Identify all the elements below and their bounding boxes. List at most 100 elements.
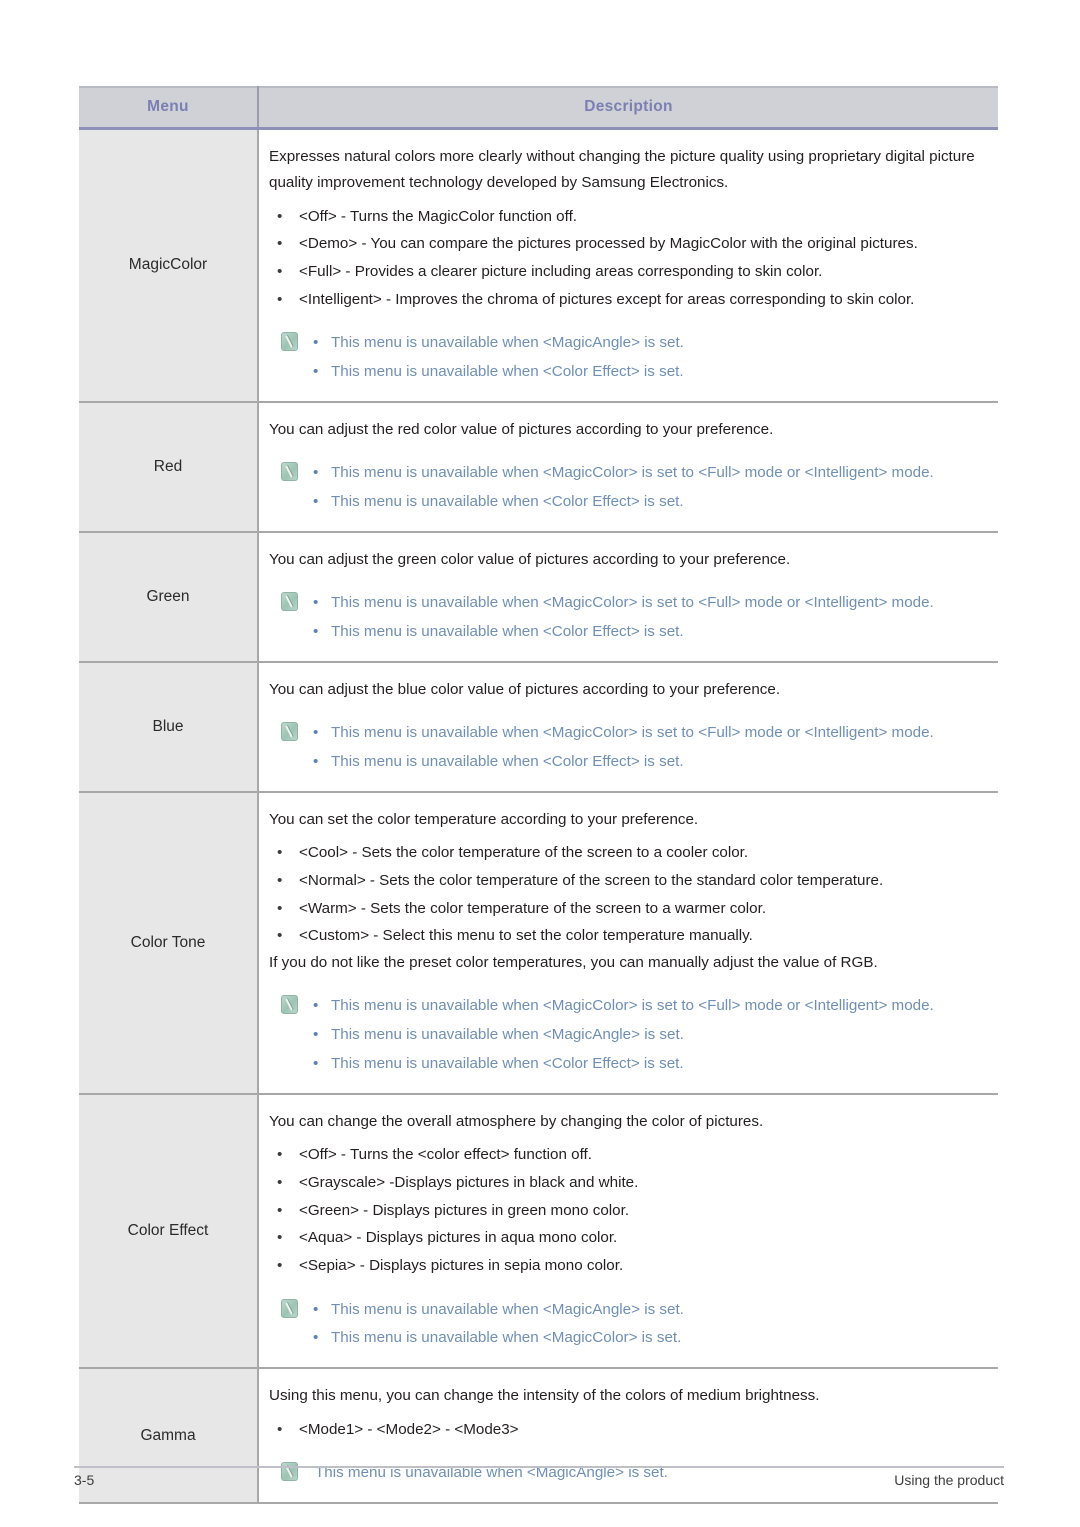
note-text: This menu is unavailable when <MagicColo…	[331, 997, 934, 1015]
note-bullet-icon: •	[313, 1329, 319, 1347]
description-intro: You can change the overall atmosphere by…	[269, 1112, 764, 1130]
note-item: • This menu is unavailable when <MagicAng…	[269, 329, 984, 358]
note-block: • This menu is unavailable when <MagicCol…	[269, 589, 984, 647]
menu-name-cell: Green	[79, 532, 259, 664]
option-label: <Custom> - Select this menu to set the c…	[299, 927, 753, 945]
note-text: This menu is unavailable when <Color Eff…	[331, 493, 684, 511]
note-bullet-icon: •	[313, 334, 319, 352]
note-item: • This menu is unavailable when <MagicCol…	[269, 589, 984, 618]
page-footer: 3-5 Using the product	[74, 1472, 1004, 1488]
option-label: <Sepia> - Displays pictures in sepia mon…	[299, 1256, 624, 1274]
note-block: • This menu is unavailable when <MagicCol…	[269, 459, 984, 517]
menu-name-cell: MagicColor	[79, 128, 259, 403]
description-cell: You can adjust the green color value of …	[258, 532, 998, 664]
option-item: • <Sepia> - Displays pictures in sepia mo…	[269, 1252, 984, 1280]
option-label: <Full> - Provides a clearer picture incl…	[299, 262, 823, 280]
bullet-icon: •	[277, 1229, 283, 1247]
table-row: Blue You can adjust the blue color value …	[79, 662, 998, 794]
bullet-icon: •	[277, 207, 283, 225]
note-item: • This menu is unavailable when <MagicCol…	[269, 992, 984, 1021]
bullet-icon: •	[277, 235, 283, 253]
note-item: • This menu is unavailable when <MagicAng…	[269, 1296, 984, 1325]
note-item: • This menu is unavailable when <Color Ef…	[269, 488, 984, 517]
option-label: <Off> - Turns the MagicColor function of…	[299, 207, 578, 225]
note-text: This menu is unavailable when <Color Eff…	[331, 623, 684, 641]
bullet-icon: •	[277, 1201, 283, 1219]
option-item: • <Normal> - Sets the color temperature o…	[269, 867, 984, 895]
note-block: • This menu is unavailable when <MagicAng…	[269, 1296, 984, 1354]
bullet-icon: •	[277, 899, 283, 917]
bullet-icon: •	[277, 844, 283, 862]
note-item: • This menu is unavailable when <MagicAng…	[269, 1021, 984, 1050]
note-item: • This menu is unavailable when <MagicCol…	[269, 1324, 984, 1353]
option-list: • <Off> - Turns the MagicColor function o…	[269, 203, 984, 314]
option-item: • <Full> - Provides a clearer picture inc…	[269, 258, 984, 286]
note-bullet-icon: •	[313, 724, 319, 742]
column-header-menu: Menu	[79, 86, 259, 130]
option-item: • <Demo> - You can compare the pictures p…	[269, 230, 984, 258]
option-item: • <Warm> - Sets the color temperature of …	[269, 895, 984, 923]
footer-page-number: 3-5	[74, 1472, 95, 1488]
description-intro: You can adjust the blue color value of p…	[269, 681, 781, 699]
option-item: • <Green> - Displays pictures in green mo…	[269, 1197, 984, 1225]
note-item: • This menu is unavailable when <Color Ef…	[269, 618, 984, 647]
table-row: Red You can adjust the red color value of…	[79, 401, 998, 534]
note-list: • This menu is unavailable when <MagicCol…	[269, 719, 984, 777]
note-text: This menu is unavailable when <MagicColo…	[331, 1329, 682, 1347]
note-text: This menu is unavailable when <MagicColo…	[331, 724, 934, 742]
description-cell: Expresses natural colors more clearly wi…	[258, 128, 998, 403]
note-list: • This menu is unavailable when <MagicAng…	[269, 329, 984, 387]
note-item: • This menu is unavailable when <Color Ef…	[269, 1050, 984, 1079]
bullet-icon: •	[277, 290, 283, 308]
note-item: • This menu is unavailable when <MagicCol…	[269, 459, 984, 488]
menu-name-cell: Red	[79, 401, 259, 534]
option-label: <Aqua> - Displays pictures in aqua mono …	[299, 1229, 618, 1247]
bullet-icon: •	[277, 872, 283, 890]
note-bullet-icon: •	[313, 594, 319, 612]
note-bullet-icon: •	[313, 464, 319, 482]
option-item: • <Grayscale> -Displays pictures in black…	[269, 1169, 984, 1197]
option-list: • <Cool> - Sets the color temperature of …	[269, 839, 984, 950]
note-text: This menu is unavailable when <MagicAngl…	[331, 334, 684, 352]
option-label: <Off> - Turns the <color effect> functio…	[299, 1146, 592, 1164]
note-bullet-icon: •	[313, 1300, 319, 1318]
footer-divider	[74, 1466, 1004, 1468]
note-bullet-icon: •	[313, 363, 319, 381]
table-row: Color Effect You can change the overall a…	[79, 1093, 998, 1370]
option-label: <Green> - Displays pictures in green mon…	[299, 1201, 630, 1219]
bullet-icon: •	[277, 1420, 283, 1438]
note-block: • This menu is unavailable when <MagicCol…	[269, 719, 984, 777]
description-intro: You can adjust the red color value of pi…	[269, 420, 774, 438]
option-list: • <Mode1> - <Mode2> - <Mode3>	[269, 1416, 984, 1444]
note-text: This menu is unavailable when <Color Eff…	[331, 363, 684, 381]
option-list: • <Off> - Turns the <color effect> functi…	[269, 1141, 984, 1279]
description-trailing-text: If you do not like the preset color temp…	[269, 954, 878, 972]
note-bullet-icon: •	[313, 493, 319, 511]
bullet-icon: •	[277, 927, 283, 945]
option-label: <Warm> - Sets the color temperature of t…	[299, 899, 767, 917]
menu-name-cell: Blue	[79, 662, 259, 794]
bullet-icon: •	[277, 262, 283, 280]
option-item: • <Off> - Turns the <color effect> functi…	[269, 1141, 984, 1169]
option-label: <Normal> - Sets the color temperature of…	[299, 872, 884, 890]
description-intro: You can set the color temperature accord…	[269, 811, 699, 829]
note-list: • This menu is unavailable when <MagicCol…	[269, 992, 984, 1079]
option-item: • <Aqua> - Displays pictures in aqua mono…	[269, 1224, 984, 1252]
note-text: This menu is unavailable when <Color Eff…	[331, 1055, 684, 1073]
option-label: <Grayscale> -Displays pictures in black …	[299, 1173, 639, 1191]
note-text: This menu is unavailable when <MagicAngl…	[331, 1026, 684, 1044]
menu-name-cell: Color Tone	[79, 792, 259, 1095]
bullet-icon: •	[277, 1256, 283, 1274]
bullet-icon: •	[277, 1146, 283, 1164]
note-bullet-icon: •	[313, 753, 319, 771]
description-cell: You can adjust the red color value of pi…	[258, 401, 998, 534]
option-item: • <Custom> - Select this menu to set the …	[269, 922, 984, 950]
description-cell: You can adjust the blue color value of p…	[258, 662, 998, 794]
note-list: • This menu is unavailable when <MagicAng…	[269, 1296, 984, 1354]
note-bullet-icon: •	[313, 1055, 319, 1073]
description-cell: You can set the color temperature accord…	[258, 792, 998, 1095]
note-list: • This menu is unavailable when <MagicCol…	[269, 589, 984, 647]
description-intro: You can adjust the green color value of …	[269, 551, 791, 569]
table-row: MagicColor Expresses natural colors more …	[79, 128, 998, 403]
footer-section-title: Using the product	[894, 1472, 1004, 1488]
